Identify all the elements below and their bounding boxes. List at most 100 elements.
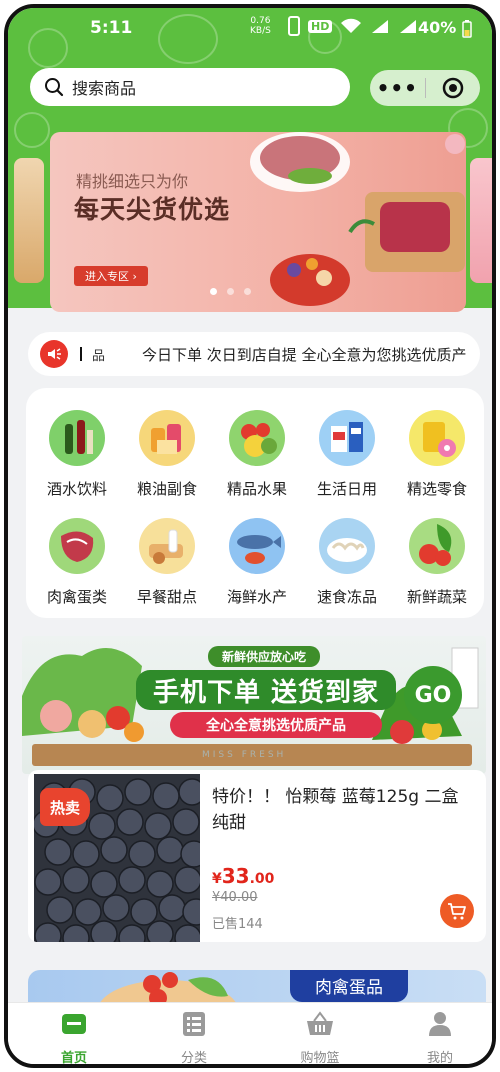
tab-home[interactable]: 首页 bbox=[34, 1009, 114, 1066]
product-card[interactable]: 热卖 特价！！ 怡颗莓 蓝莓125g 二盒纯甜 ¥33.00 ¥40.00 已售… bbox=[28, 770, 486, 942]
notice-message: 今日下单 次日到店自提 全心全意为您挑选优质产 bbox=[142, 345, 467, 364]
search-bar[interactable]: 搜索商品 bbox=[30, 68, 350, 106]
notice-bar[interactable]: 品 今日下单 次日到店自提 全心全意为您挑选优质产 bbox=[28, 332, 480, 376]
status-bar: 5:11 0.76 KB/S HD 40% bbox=[8, 8, 492, 48]
promo-brand: MISS FRESH bbox=[202, 750, 287, 760]
carousel-dot bbox=[244, 288, 251, 295]
wifi-icon bbox=[341, 18, 362, 33]
tab-label: 首页 bbox=[60, 1051, 87, 1066]
network-speed-value: 0.76 bbox=[250, 16, 271, 26]
daily-goods-icon bbox=[319, 410, 375, 466]
fruit-icon bbox=[229, 410, 285, 466]
notice-divider bbox=[80, 347, 82, 361]
seafood-icon bbox=[229, 518, 285, 574]
delivery-promo-banner[interactable]: 新鲜供应放心吃 手机下单 送货到家 GO 全心全意挑选优质产品 MISS FRE… bbox=[22, 636, 486, 774]
target-icon bbox=[442, 77, 463, 99]
phone-icon bbox=[288, 16, 300, 36]
category-grid: 酒水饮料 粮油副食 精品水果 生活日用 精选零食 肉禽蛋类 早餐甜点 海鲜水产 … bbox=[26, 388, 484, 618]
more-menu-button[interactable]: ••• bbox=[370, 76, 425, 100]
category-item[interactable]: 精品水果 bbox=[212, 410, 302, 499]
signal-4g-icon bbox=[372, 20, 389, 33]
enter-zone-button[interactable]: 进入专区 › bbox=[74, 266, 148, 286]
go-button[interactable]: GO bbox=[404, 666, 462, 724]
promo-tagline: 新鲜供应放心吃 bbox=[208, 646, 321, 667]
vegetables-icon bbox=[409, 518, 465, 574]
miniprogram-capsule: ••• bbox=[370, 70, 480, 106]
list-icon bbox=[183, 1012, 205, 1036]
status-time: 5:11 bbox=[90, 18, 133, 38]
category-item[interactable]: 速食冻品 bbox=[302, 518, 392, 607]
tab-label: 我的 bbox=[426, 1051, 453, 1066]
hd-icon: HD bbox=[308, 19, 333, 33]
close-miniprogram-button[interactable] bbox=[425, 77, 480, 99]
promo-headline: 手机下单 送货到家 bbox=[136, 670, 396, 710]
category-item[interactable]: 生活日用 bbox=[302, 410, 392, 499]
promo-banner[interactable]: 精挑细选只为你 每天尖货优选 进入专区 › bbox=[50, 132, 466, 312]
network-speed-unit: KB/S bbox=[250, 26, 271, 36]
category-label: 粮油副食 bbox=[136, 480, 197, 498]
price-decimal: .00 bbox=[249, 871, 275, 887]
battery-icon bbox=[462, 20, 472, 38]
category-label: 精品水果 bbox=[226, 480, 287, 498]
home-icon bbox=[62, 1014, 86, 1034]
category-item[interactable]: 海鲜水产 bbox=[212, 518, 302, 607]
tab-basket[interactable]: 购物篮 bbox=[280, 1009, 360, 1066]
category-label: 酒水饮料 bbox=[46, 480, 107, 498]
price-symbol: ¥ bbox=[212, 871, 222, 887]
meat-eggs-icon bbox=[49, 518, 105, 574]
banner-food-illustration bbox=[250, 132, 465, 306]
frozen-food-icon bbox=[319, 518, 375, 574]
tab-label: 购物篮 bbox=[300, 1051, 340, 1066]
grain-oil-icon bbox=[139, 410, 195, 466]
category-label: 速食冻品 bbox=[316, 588, 377, 606]
tab-category[interactable]: 分类 bbox=[154, 1009, 234, 1066]
battery-level: 40% bbox=[418, 18, 457, 37]
search-placeholder: 搜索商品 bbox=[72, 79, 137, 98]
signal-5g-icon bbox=[400, 20, 417, 33]
category-item[interactable]: 早餐甜点 bbox=[122, 518, 212, 607]
doodle-decoration bbox=[14, 112, 50, 148]
category-label: 精选零食 bbox=[406, 480, 467, 498]
price-integer: 33 bbox=[221, 864, 250, 888]
add-to-cart-button[interactable] bbox=[440, 894, 474, 928]
hot-sale-badge: 热卖 bbox=[40, 788, 90, 826]
snacks-icon bbox=[409, 410, 465, 466]
tab-label: 分类 bbox=[180, 1051, 207, 1066]
notice-fragment: 品 bbox=[92, 348, 106, 364]
category-item[interactable]: 肉禽蛋类 bbox=[32, 518, 122, 607]
speaker-icon bbox=[40, 340, 68, 368]
bottom-tab-bar: 首页 分类 购物篮 我的 bbox=[8, 1002, 492, 1066]
product-name: 特价！！ 怡颗莓 蓝莓125g 二盒纯甜 bbox=[212, 787, 459, 833]
banner-subtitle: 精挑细选只为你 bbox=[76, 172, 189, 191]
wine-drinks-icon bbox=[49, 410, 105, 466]
carousel-dot bbox=[227, 288, 234, 295]
network-speed: 0.76 KB/S bbox=[250, 16, 271, 36]
product-image: 热卖 bbox=[34, 774, 200, 942]
user-icon bbox=[429, 1012, 451, 1036]
basket-icon bbox=[307, 1011, 333, 1035]
product-price: ¥33.00 bbox=[212, 864, 274, 888]
carousel-dot-active bbox=[210, 288, 217, 295]
tab-profile[interactable]: 我的 bbox=[400, 1009, 480, 1066]
status-icons: HD bbox=[288, 16, 418, 36]
category-label: 肉禽蛋类 bbox=[46, 588, 107, 606]
category-label: 新鲜蔬菜 bbox=[406, 588, 467, 606]
search-icon bbox=[45, 78, 64, 97]
category-item[interactable]: 酒水饮料 bbox=[32, 410, 122, 499]
banner-next-peek[interactable] bbox=[470, 158, 492, 283]
promo-slogan: 全心全意挑选优质产品 bbox=[170, 712, 382, 738]
category-item[interactable]: 新鲜蔬菜 bbox=[392, 518, 482, 607]
phone-frame: 5:11 0.76 KB/S HD 40% 搜索商品 ••• 精挑细选只为你 每… bbox=[4, 4, 496, 1068]
sold-count: 已售144 bbox=[212, 917, 263, 932]
category-item[interactable]: 精选零食 bbox=[392, 410, 482, 499]
category-label: 生活日用 bbox=[316, 480, 377, 498]
breakfast-dessert-icon bbox=[139, 518, 195, 574]
cart-icon bbox=[448, 903, 466, 920]
carousel-indicator bbox=[210, 288, 251, 295]
category-label: 海鲜水产 bbox=[226, 588, 287, 606]
original-price: ¥40.00 bbox=[212, 890, 258, 905]
category-item[interactable]: 粮油副食 bbox=[122, 410, 212, 499]
section-tag: 肉禽蛋品 bbox=[290, 970, 408, 1002]
banner-title: 每天尖货优选 bbox=[74, 195, 231, 224]
banner-prev-peek[interactable] bbox=[14, 158, 44, 283]
